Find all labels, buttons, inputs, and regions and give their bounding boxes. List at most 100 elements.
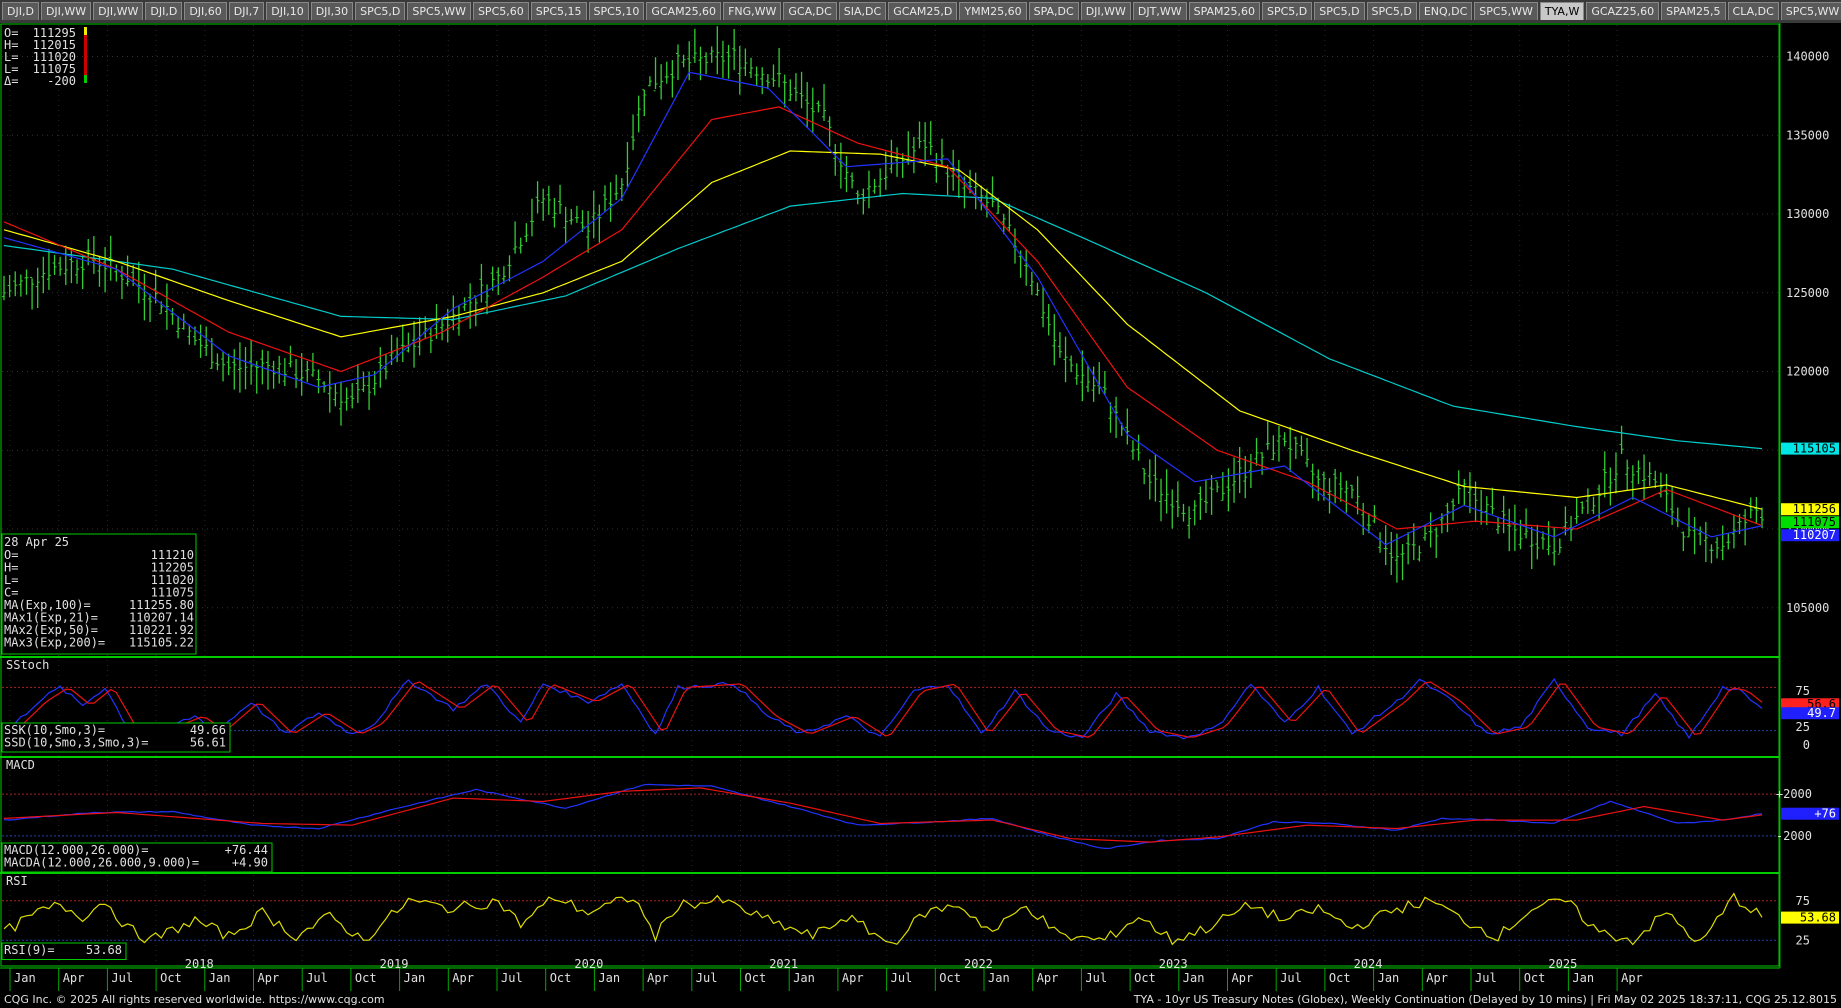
month-label: Jul xyxy=(306,971,328,985)
chart-frame xyxy=(0,23,1780,967)
month-label: Apr xyxy=(1037,971,1059,985)
symbol-tab[interactable]: DJI,60 xyxy=(184,2,227,20)
price-axis-label: 140000 xyxy=(1786,50,1829,64)
price-axis-label: 130000 xyxy=(1786,207,1829,221)
symbol-tab[interactable]: SPAM25,5 xyxy=(1661,2,1726,20)
symbol-tab[interactable]: GCAM25,60 xyxy=(646,2,722,20)
symbol-tab[interactable]: ENQ,DC xyxy=(1418,2,1473,20)
range-marker-top xyxy=(84,27,87,35)
month-label: Oct xyxy=(160,971,182,985)
year-label: 2018 xyxy=(185,957,214,971)
month-label: Apr xyxy=(1621,971,1643,985)
month-label: Jan xyxy=(988,971,1010,985)
price-axis-label: 125000 xyxy=(1786,286,1829,300)
symbol-tab[interactable]: DJI,10 xyxy=(266,2,309,20)
price-tag-label: 115105 xyxy=(1793,442,1836,456)
symbol-tab[interactable]: FNG,WW xyxy=(723,2,782,20)
year-label: 2020 xyxy=(574,957,603,971)
month-label: Jan xyxy=(14,971,36,985)
month-label: Jan xyxy=(598,971,620,985)
stoch-tag-label: 49.7 xyxy=(1807,706,1836,720)
stoch-title: SStoch xyxy=(6,658,49,672)
month-label: Apr xyxy=(63,971,85,985)
ma200-line xyxy=(3,192,1763,450)
symbol-tab[interactable]: GCAZ25,60 xyxy=(1586,2,1660,20)
header-value: -200 xyxy=(47,74,76,88)
month-label: Jul xyxy=(501,971,523,985)
symbol-tab[interactable]: DJI,30 xyxy=(310,2,354,20)
symbol-tab[interactable]: SPC5,D xyxy=(1262,2,1313,20)
ma100-line xyxy=(3,150,1763,510)
month-label: Jan xyxy=(1572,971,1594,985)
symbol-tab[interactable]: SPC5,60 xyxy=(472,2,529,20)
rsi-axis-label: 25 xyxy=(1796,933,1810,947)
ma50-line xyxy=(3,106,1763,530)
stoch-value: 56.61 xyxy=(190,736,226,750)
symbol-tab[interactable]: SPC5,D xyxy=(1366,2,1417,20)
symbol-tab[interactable]: SPC5,10 xyxy=(588,2,645,20)
month-label: Jul xyxy=(696,971,718,985)
symbol-tab[interactable]: DJI,D xyxy=(145,2,183,20)
month-label: Jul xyxy=(1280,971,1302,985)
macd-tag-label: +76 xyxy=(1814,807,1836,821)
symbol-tab[interactable]: DJI,D xyxy=(2,2,39,20)
info-key: MAx3(Exp,200)= xyxy=(4,636,105,650)
stoch-axis-label: 25 xyxy=(1796,720,1810,734)
stochastic-panel[interactable] xyxy=(3,677,1763,740)
symbol-tab[interactable]: DJI,WW xyxy=(1080,2,1131,20)
symbol-tab[interactable]: SPA,DC xyxy=(1028,2,1079,20)
macd-axis-label: +2000 xyxy=(1776,787,1812,801)
axes: 1400001350001300001250001200001150001100… xyxy=(0,50,1839,992)
symbol-tab[interactable]: DJT,WW xyxy=(1132,2,1187,20)
symbol-tab[interactable]: DJI,WW xyxy=(40,2,92,20)
symbol-tab[interactable]: YMM25,60 xyxy=(959,2,1027,20)
month-label: Jul xyxy=(891,971,913,985)
month-label: Jul xyxy=(111,971,133,985)
month-label: Apr xyxy=(452,971,474,985)
year-label: 2019 xyxy=(380,957,409,971)
stoch-key: SSD(10,Smo,3,Smo,3)= xyxy=(4,736,149,750)
symbol-tab[interactable]: GCAM25,D xyxy=(888,2,958,20)
macd-key: MACDA(12.000,26.000,9.000)= xyxy=(4,856,199,870)
symbol-tab[interactable]: SPC5,15 xyxy=(530,2,587,20)
year-label: 2024 xyxy=(1354,957,1383,971)
rsi-axis-label: 75 xyxy=(1796,894,1810,908)
symbol-tab[interactable]: SPC5,D xyxy=(355,2,406,20)
price-axis-label: 135000 xyxy=(1786,128,1829,142)
year-label: 2021 xyxy=(769,957,798,971)
month-label: Oct xyxy=(745,971,767,985)
chart-canvas[interactable]: 1400001350001300001250001200001150001100… xyxy=(0,23,1841,992)
month-label: Oct xyxy=(1134,971,1156,985)
stoch-axis-label: 75 xyxy=(1796,684,1810,698)
price-tag-label: 110207 xyxy=(1793,528,1836,542)
macd-axis-label: -2000 xyxy=(1776,829,1812,843)
symbol-tab[interactable]: DJI,7 xyxy=(228,2,265,20)
symbol-tab[interactable]: SPAM25,60 xyxy=(1188,2,1261,20)
macd-value: +4.90 xyxy=(232,856,268,870)
rsi-key: RSI(9)= xyxy=(4,943,55,957)
month-label: Oct xyxy=(1329,971,1351,985)
symbol-tab[interactable]: CLA,DC xyxy=(1727,2,1779,20)
symbol-tab[interactable]: DJI,WW xyxy=(93,2,144,20)
month-label: Oct xyxy=(550,971,572,985)
price-panel[interactable] xyxy=(2,26,1764,583)
year-label: 2022 xyxy=(964,957,993,971)
symbol-tab[interactable]: SPC5,WW xyxy=(407,2,471,20)
price-tag-label: 111075 xyxy=(1793,515,1836,529)
symbol-tab-bar: DJI,D DJI,WW DJI,WW DJI,D DJI,60 DJI,7 DJI,10 D… xyxy=(0,0,1841,23)
year-label: 2023 xyxy=(1159,957,1188,971)
symbol-tab[interactable]: TYA,W xyxy=(1539,2,1585,20)
range-marker-bottom xyxy=(84,75,87,83)
symbol-tab[interactable]: SIA,DC xyxy=(838,2,887,20)
symbol-tab[interactable]: SPC5,D xyxy=(1314,2,1365,20)
symbol-tab[interactable]: GCA,DC xyxy=(783,2,837,20)
info-value: 115105.22 xyxy=(129,636,194,650)
macd-title: MACD xyxy=(6,758,35,772)
stoch-axis-label: 0 xyxy=(1803,738,1810,752)
symbol-tab[interactable]: SPC5,WW xyxy=(1474,2,1538,20)
panel-labels: O= 111295H= 112015L= 111020L= 111075Δ= -20028… xyxy=(1,26,273,960)
stoch-d-line xyxy=(4,681,1763,738)
month-label: Apr xyxy=(258,971,280,985)
symbol-tab[interactable]: SPC5,WW xyxy=(1780,2,1841,20)
rsi-value: 53.68 xyxy=(86,943,122,957)
